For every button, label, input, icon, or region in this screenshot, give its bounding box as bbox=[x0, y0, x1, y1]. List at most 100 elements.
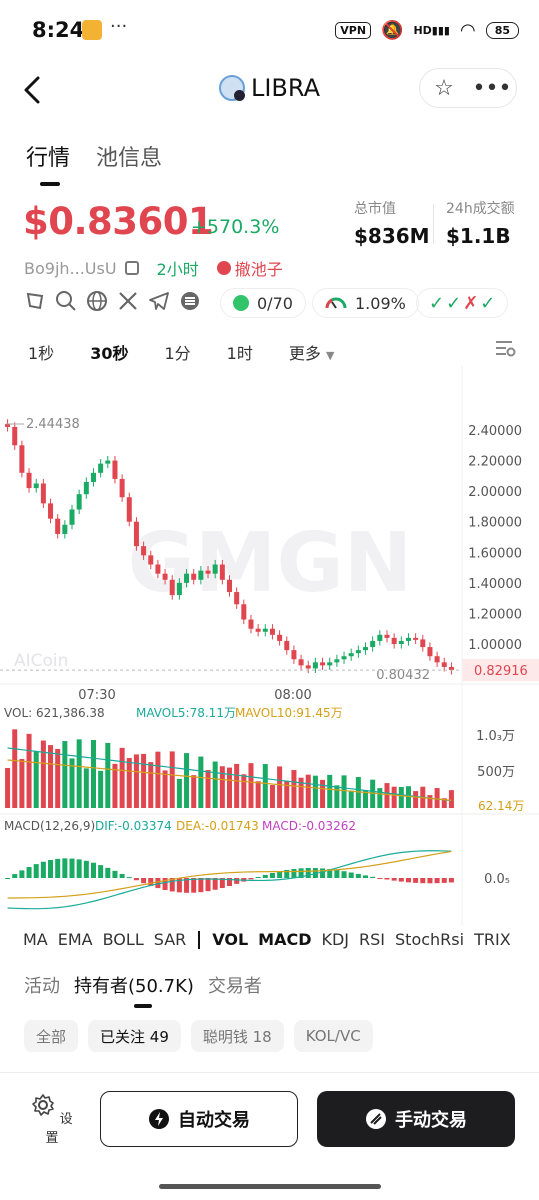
macd-histogram-bar bbox=[26, 867, 32, 878]
market-cap-label: 总市值 bbox=[354, 201, 396, 217]
candle-body bbox=[191, 573, 197, 580]
token-info-icon[interactable] bbox=[179, 290, 201, 312]
chart-settings-icon[interactable] bbox=[494, 338, 516, 358]
macd-histogram-bar bbox=[5, 878, 11, 879]
timeframe-1h[interactable]: 1时 bbox=[227, 340, 253, 364]
wifi-icon: ◠ bbox=[459, 20, 476, 41]
indicator-divider bbox=[198, 930, 201, 949]
macd-histogram-bar bbox=[205, 878, 211, 892]
macd-histogram-bar bbox=[427, 878, 433, 884]
indicator-ema[interactable]: EMA bbox=[58, 930, 93, 949]
macd-histogram-bar bbox=[334, 870, 340, 878]
settings-button[interactable]: 设置 bbox=[30, 1093, 74, 1146]
chart-svg: GMGN 2.40000 2.20000 2.00000 1.80000 1.60000… bbox=[0, 366, 539, 926]
volume-label: VOL: 621,386.38 bbox=[4, 706, 105, 720]
indicator-sar[interactable]: SAR bbox=[154, 930, 187, 949]
indicator-ma[interactable]: MA bbox=[23, 930, 48, 949]
volume-bar bbox=[241, 774, 247, 808]
volume-bar bbox=[434, 788, 440, 808]
auto-trade-label: 自动交易 bbox=[178, 1110, 250, 1131]
mute-icon: 🔕 bbox=[381, 20, 404, 41]
tab-pool-info[interactable]: 池信息 bbox=[96, 140, 162, 172]
indicator-macd[interactable]: MACD bbox=[258, 930, 311, 949]
volume-bar bbox=[427, 795, 433, 808]
telegram-icon[interactable] bbox=[148, 290, 170, 312]
indicator-vol[interactable]: VOL bbox=[212, 930, 248, 949]
home-indicator bbox=[159, 1184, 381, 1189]
macd-histogram-bar bbox=[291, 868, 297, 878]
token-logo-link-icon[interactable] bbox=[24, 290, 46, 312]
search-icon[interactable] bbox=[55, 290, 77, 312]
contract-address[interactable]: Bo9jh...UsU bbox=[24, 259, 117, 278]
app-notification-icon bbox=[82, 20, 102, 40]
tab-activity[interactable]: 活动 bbox=[24, 972, 60, 998]
token-logo-icon bbox=[218, 75, 245, 101]
top-tabs: 行情 池信息 bbox=[26, 140, 162, 172]
filter-all[interactable]: 全部 bbox=[24, 1020, 79, 1052]
tab-market[interactable]: 行情 bbox=[26, 140, 70, 172]
macd-axis-tick: 0.0₅ bbox=[484, 872, 510, 887]
volume-bar bbox=[169, 751, 175, 808]
indicator-boll[interactable]: BOLL bbox=[103, 930, 144, 949]
volume-bar bbox=[255, 781, 261, 808]
timeframe-1s[interactable]: 1秒 bbox=[28, 340, 54, 364]
tab-active-indicator bbox=[40, 182, 60, 186]
filter-kol-vc[interactable]: KOL/VC bbox=[293, 1020, 373, 1052]
candle-body bbox=[12, 426, 18, 446]
macd-histogram-bar bbox=[405, 878, 411, 883]
checks-chip[interactable]: ✓ ✓ ✗ ✓ bbox=[416, 288, 509, 318]
volume-bar bbox=[98, 770, 104, 808]
gear-icon bbox=[32, 1094, 55, 1116]
indicator-stochrsi[interactable]: StochRsi bbox=[395, 930, 464, 949]
filter-followed[interactable]: 已关注 49 bbox=[88, 1020, 181, 1052]
indicator-trix[interactable]: TRIX bbox=[474, 930, 511, 949]
volume-bar bbox=[40, 740, 46, 808]
volume-bar bbox=[5, 768, 11, 808]
volume-bar bbox=[212, 761, 218, 808]
macd-histogram-bar bbox=[105, 867, 111, 878]
candle-body bbox=[348, 653, 354, 657]
check-icon: ✓ bbox=[480, 292, 496, 314]
tab-holders[interactable]: 持有者(50.7K) bbox=[74, 972, 194, 998]
favorite-star-icon[interactable]: ☆ bbox=[420, 68, 468, 108]
candle-body bbox=[184, 573, 190, 583]
manual-trade-button[interactable]: 手动交易 bbox=[317, 1091, 515, 1147]
holders-chip[interactable]: 0/70 bbox=[220, 288, 306, 318]
indicator-bar: MA EMA BOLL SAR VOL MACD KDJ RSI StochRs… bbox=[23, 930, 511, 949]
risk-chip[interactable]: 1.09% bbox=[312, 288, 419, 318]
macd-histogram-bar bbox=[269, 872, 275, 878]
timeframe-30s[interactable]: 30秒 bbox=[90, 340, 128, 364]
candle-body bbox=[377, 634, 383, 641]
macd-histogram-bar bbox=[441, 878, 447, 883]
volume-bar bbox=[305, 774, 311, 808]
time-axis-tick: 08:00 bbox=[274, 688, 311, 703]
cross-icon: ✗ bbox=[463, 292, 479, 314]
indicator-rsi[interactable]: RSI bbox=[359, 930, 385, 949]
macd-dif: DIF:-0.03374 bbox=[95, 819, 172, 833]
candle-body bbox=[341, 656, 347, 660]
tab-traders[interactable]: 交易者 bbox=[208, 972, 262, 998]
more-menu-icon[interactable]: ••• bbox=[468, 68, 516, 108]
candle-body bbox=[241, 604, 247, 620]
auto-trade-button[interactable]: 自动交易 bbox=[100, 1091, 298, 1147]
website-globe-icon[interactable] bbox=[86, 290, 108, 312]
copy-icon[interactable] bbox=[124, 261, 139, 275]
x-twitter-icon[interactable] bbox=[117, 290, 139, 312]
macd-histogram-bar bbox=[19, 870, 25, 878]
macd-histogram-bar bbox=[398, 878, 404, 882]
volume-bar bbox=[320, 779, 326, 808]
timeframe-1m[interactable]: 1分 bbox=[164, 340, 190, 364]
candle-body bbox=[370, 640, 376, 648]
volume-bar bbox=[413, 791, 419, 808]
price-axis-tick: 2.20000 bbox=[468, 455, 522, 470]
filter-smart-money[interactable]: 聪明钱 18 bbox=[190, 1020, 284, 1052]
timeframe-more[interactable]: 更多 ▼ bbox=[289, 340, 335, 364]
price-chart[interactable]: GMGN 2.40000 2.20000 2.00000 1.80000 1.60000… bbox=[0, 366, 539, 926]
macd-histogram-bar bbox=[126, 877, 132, 879]
indicator-kdj[interactable]: KDJ bbox=[321, 930, 349, 949]
candle-body bbox=[413, 637, 419, 640]
candle-body bbox=[19, 445, 25, 473]
macd-histogram-bar bbox=[355, 873, 361, 878]
volume-ma10: MAVOL10:91.45万 bbox=[235, 706, 343, 720]
manual-trade-icon bbox=[366, 1109, 386, 1129]
